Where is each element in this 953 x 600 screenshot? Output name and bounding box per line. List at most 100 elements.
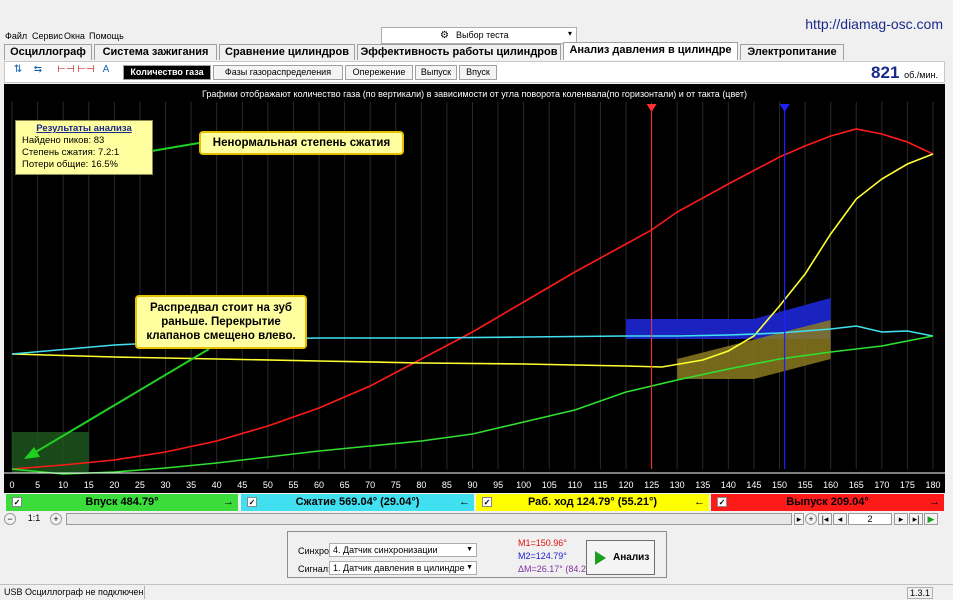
tab-pressure-analysis[interactable]: Анализ давления в цилиндре [563,42,738,60]
site-url[interactable]: http://diamag-osc.com [805,16,943,32]
subtab-intake[interactable]: Впуск [459,65,497,80]
measure-icon[interactable]: ⊢⊣ [57,64,75,80]
x-tick-label: 145 [746,480,761,490]
power-checkbox[interactable]: ✓ [482,497,492,507]
status-divider [144,586,145,599]
test-icon: ⚙ [440,30,449,41]
x-tick-label: 70 [365,480,375,490]
next-page-icon[interactable]: ▸ [894,513,908,525]
amplitude-icon[interactable]: A [97,64,115,80]
phase-power[interactable]: ✓ Раб. ход 124.79° (55.21°) ← [476,494,709,511]
marker-m2-value: M2=124.79° [518,551,567,561]
menu-help[interactable]: Помощь [89,31,124,41]
x-tick-label: 100 [516,480,531,490]
signal-value: 1. Датчик давления в цилиндре [333,563,465,573]
x-tick-label: 110 [568,480,582,490]
x-tick-label: 0 [9,480,14,490]
first-page-icon[interactable]: |◂ [818,513,832,525]
zoom-in-icon[interactable]: + [50,513,62,525]
x-tick-label: 25 [135,480,145,490]
x-tick-label: 30 [160,480,170,490]
signal-select[interactable]: 1. Датчик давления в цилиндре ▼ [329,561,477,575]
stroke-phase-bar: ✓ Впуск 484.79° → ✓ Сжатие 569.04° (29.0… [4,493,945,512]
arrow-left-icon[interactable]: ← [694,494,705,511]
plot-caption: Графики отображают количество газа (по в… [202,89,747,99]
chevron-down-icon: ▼ [466,564,473,571]
navigation-bar: − 1:1 + ▸ + |◂ ◂ 2 ▸ ▸| ▶ [4,512,945,527]
x-tick-label: 55 [288,480,298,490]
phase-compression[interactable]: ✓ Сжатие 569.04° (29.04°) ← [241,494,474,511]
horizontal-scrollbar[interactable] [66,513,792,525]
rpm-readout: 821 об./мин. [871,63,938,83]
subtab-advance[interactable]: Опережение [345,65,413,80]
subtab-valve-timing[interactable]: Фазы газораспределения [213,65,343,80]
tab-power-supply[interactable]: Электропитание [740,44,844,60]
menu-bar: Файл Сервис Окна Помощь ⚙ Выбор теста ▾ … [0,0,953,44]
blue-region [753,298,831,319]
x-tick-label: 20 [109,480,119,490]
phase-compression-label: Сжатие 569.04° (29.04°) [295,496,420,508]
version-label: 1.3.1 [906,587,933,599]
menu-service[interactable]: Сервис [32,31,63,41]
last-page-icon[interactable]: ▸| [909,513,923,525]
subtab-exhaust[interactable]: Выпуск [415,65,457,80]
arrow-right-icon[interactable]: → [223,494,234,511]
phase-intake[interactable]: ✓ Впуск 484.79° → [6,494,238,511]
phase-intake-label: Впуск 484.79° [85,496,159,508]
subtab-gas-amount[interactable]: Количество газа [123,65,211,80]
phase-power-label: Раб. ход 124.79° (55.21°) [527,496,658,508]
gas-amount-plot[interactable]: 0 5 10 15 20 25 30 35 40 45 50 55 60 65 70 75 80 85 90 95 10… [4,84,945,493]
x-tick-label: 135 [695,480,710,490]
results-losses: Потери общие: 16.5% [22,159,119,170]
x-tick-label: 5 [35,480,40,490]
timing-arrow [28,348,210,457]
sync-select[interactable]: 4. Датчик синхронизации ▼ [329,543,477,557]
page-input[interactable]: 2 [848,513,892,525]
x-tick-label: 175 [900,480,915,490]
zoom-in-icon[interactable]: + [805,513,817,525]
scroll-right-icon[interactable]: ▸ [794,513,804,525]
x-tick-label: 35 [186,480,196,490]
x-tick-label: 90 [467,480,477,490]
intake-checkbox[interactable]: ✓ [12,497,22,507]
x-tick-label: 65 [340,480,350,490]
tab-cylinder-compare[interactable]: Сравнение цилиндров [219,44,355,60]
x-tick-label: 85 [442,480,452,490]
auto-measure-icon[interactable]: ⊢⊣ [77,64,95,80]
zoom-level: 1:1 [27,513,41,523]
sync-value: 4. Датчик синхронизации [333,545,438,555]
x-tick-label: 125 [644,480,659,490]
rpm-value: 821 [871,63,900,82]
play-icon[interactable]: ▶ [924,513,938,525]
zoom-time-icon[interactable]: ⇆ [29,64,47,80]
connection-status: USB Осциллограф не подключен [4,587,144,597]
x-tick-label: 120 [618,480,633,490]
marker-m2-handle [779,104,790,112]
x-tick-label: 170 [874,480,889,490]
prev-page-icon[interactable]: ◂ [833,513,847,525]
chevron-down-icon: ▼ [466,546,473,553]
x-tick-label: 75 [391,480,401,490]
menu-file[interactable]: Файл [5,31,27,41]
zoom-fit-icon[interactable]: ⇅ [9,64,27,80]
tab-ignition[interactable]: Система зажигания [94,44,217,60]
play-icon [595,551,606,565]
x-tick-label: 80 [416,480,426,490]
exhaust-checkbox[interactable]: ✓ [717,497,727,507]
x-tick-label: 140 [721,480,736,490]
arrow-right-icon[interactable]: → [929,494,940,511]
x-tick-label: 15 [84,480,94,490]
arrow-left-icon[interactable]: ← [459,494,470,511]
zoom-out-icon[interactable]: − [4,513,16,525]
compression-checkbox[interactable]: ✓ [247,497,257,507]
x-tick-label: 95 [493,480,503,490]
phase-exhaust[interactable]: ✓ Выпуск 209.04° → [711,494,944,511]
analyze-button[interactable]: Анализ [586,540,655,575]
menu-windows[interactable]: Окна [64,31,85,41]
tab-cylinder-efficiency[interactable]: Эффективность работы цилиндров [357,44,561,60]
tab-oscilloscope[interactable]: Осциллограф [4,44,92,60]
results-peaks: Найдено пиков: 83 [22,135,105,146]
x-tick-label: 115 [593,480,607,490]
test-select-dropdown[interactable]: ⚙ Выбор теста ▾ [381,27,577,44]
x-tick-label: 40 [212,480,222,490]
